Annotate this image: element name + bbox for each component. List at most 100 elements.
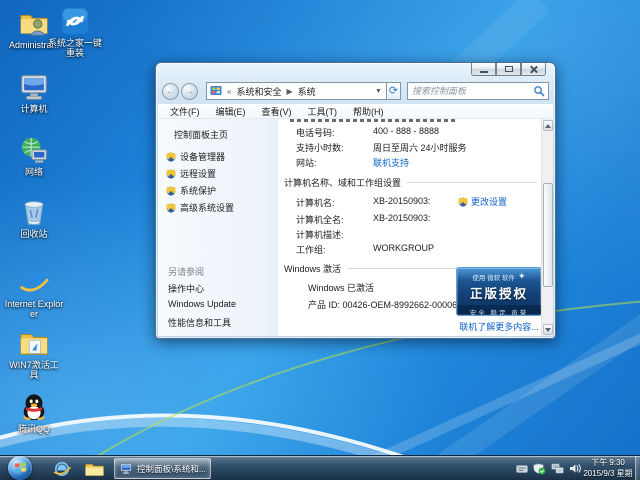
scroll-up-icon (545, 123, 551, 128)
clock-date: 2015/9/3 星期四 (583, 469, 633, 478)
breadcrumb-system-security[interactable]: 系统和安全 (233, 85, 284, 98)
menu-view[interactable]: 查看(V) (254, 104, 300, 119)
taskbar-task-control-panel-system[interactable]: 控制面板\系统和... (114, 458, 211, 479)
control-panel-icon (210, 86, 222, 95)
taskbar-explorer-button[interactable] (82, 458, 106, 479)
desktop-icon-xitongzhijia[interactable]: 系统之家一键重装 (42, 6, 108, 58)
menu-tools[interactable]: 工具(T) (300, 104, 346, 119)
website-label: 网站: (296, 158, 317, 168)
menu-edit[interactable]: 编辑(E) (208, 104, 254, 119)
window-caption-buttons (471, 63, 546, 76)
desktop-icon-label: 回收站 (20, 229, 48, 239)
search-icon[interactable] (533, 85, 545, 97)
internet-explorer-icon (53, 461, 71, 476)
clipped-scrolled-text-row (290, 119, 458, 122)
onekey-reinstall-app-icon (61, 7, 89, 35)
breadcrumb-separator-icon[interactable]: ▶ (284, 87, 294, 96)
menu-help[interactable]: 帮助(H) (345, 104, 392, 119)
system-control-panel-window: ← → « 系统和安全 ▶ 系统 ▼ ⟳ 搜索控制面板 文件(F) 编辑(E) … (155, 62, 556, 339)
desktop-icon-qq[interactable]: 腾讯QQ (2, 392, 66, 434)
navigation-bar: ← → « 系统和安全 ▶ 系统 ▼ ⟳ (162, 80, 549, 102)
volume-icon[interactable] (569, 463, 582, 474)
menu-bar: 文件(F) 编辑(E) 查看(V) 工具(T) 帮助(H) (158, 104, 553, 119)
security-status-icon[interactable] (533, 462, 546, 475)
phone-number-label: 电话号码: (296, 128, 335, 138)
activation-status: Windows 已激活 (308, 283, 375, 293)
computer-name-section-header: 计算机名称、域和工作组设置 (284, 176, 537, 189)
desktop-icon-computer[interactable]: 计算机 (2, 72, 66, 114)
windows-flag-icon (14, 462, 26, 473)
scrollbar-thumb[interactable] (543, 183, 553, 287)
sidebar-item-system-protection[interactable]: 系统保护 (166, 184, 216, 197)
sidebar-item-remote-settings[interactable]: 远程设置 (166, 167, 216, 180)
section-header-text: 计算机名称、域和工作组设置 (284, 178, 402, 188)
scroll-down-button[interactable] (543, 324, 553, 335)
support-hours-label: 支持小时数: (296, 143, 344, 153)
uac-shield-icon (166, 186, 176, 196)
back-button[interactable]: ← (162, 82, 179, 100)
desktop-icon-label: 计算机 (20, 104, 48, 114)
taskbar-ie-button[interactable] (50, 458, 74, 479)
address-bar[interactable]: « 系统和安全 ▶ 系统 ▼ (206, 82, 387, 100)
badge-top-row: 使用 微软 软件 ✦ (457, 268, 541, 282)
close-button[interactable] (521, 63, 546, 76)
breadcrumb-overflow-chevron[interactable]: « (225, 87, 233, 96)
desktop-icon-internet-explorer[interactable]: Internet Explorer (2, 267, 66, 319)
sidebar-item-control-panel-home[interactable]: 控制面板主页 (174, 128, 228, 141)
change-settings-action[interactable]: 更改设置 (458, 195, 507, 208)
computer-icon (21, 75, 47, 100)
desktop-icon-recycle-bin[interactable]: 回收站 (2, 197, 66, 239)
forward-button[interactable]: → (181, 82, 198, 100)
maximize-icon (504, 66, 513, 72)
show-desktop-button[interactable] (635, 456, 640, 480)
task-button-label: 控制面板\系统和... (137, 463, 206, 474)
computer-fullname-label: 计算机全名: (296, 215, 344, 225)
sidebar-item-windows-update[interactable]: Windows Update (168, 299, 236, 309)
section-header-text: Windows 激活 (284, 264, 342, 274)
sidebar-item-label: 远程设置 (180, 169, 217, 179)
sidebar-item-label: 系统保护 (180, 186, 217, 196)
uac-shield-icon (166, 203, 176, 213)
computer-fullname-value: XB-20150903: (373, 213, 431, 223)
desktop-icon-label: 网络 (24, 167, 43, 177)
scroll-down-icon (545, 327, 551, 332)
clock-time: 下午 9:30 (591, 458, 625, 467)
desktop-wallpaper: Administra... 系统之家一键重装 计算机 网络 回收站 Intern… (0, 0, 640, 480)
folder-icon (84, 463, 104, 476)
sidebar-item-action-center[interactable]: 操作中心 (168, 282, 204, 295)
sidebar: 控制面板主页 设备管理器 远程设置 系统保护 高级系统设置 另请参阅 操作中心 … (158, 119, 278, 336)
desktop-icon-label: 系统之家一键重装 (47, 38, 102, 58)
start-button[interactable] (8, 456, 32, 480)
menu-file[interactable]: 文件(F) (162, 104, 208, 119)
desktop-icon-label: 腾讯QQ (17, 424, 50, 434)
online-support-link[interactable]: 联机支持 (373, 156, 409, 169)
support-hours-value: 周日至周六 24小时服务 (373, 143, 467, 153)
maximize-button[interactable] (496, 63, 521, 76)
desktop-icon-network[interactable]: 网络 (2, 135, 66, 177)
network-tray-icon[interactable] (551, 463, 564, 474)
desktop-icon-win7-activator[interactable]: WIN7激活工具 (2, 328, 66, 380)
scroll-up-button[interactable] (543, 120, 553, 131)
vertical-scrollbar[interactable] (541, 119, 553, 336)
sidebar-item-device-manager[interactable]: 设备管理器 (166, 150, 225, 163)
see-also-header: 另请参阅 (168, 267, 205, 277)
uac-shield-icon (166, 152, 176, 162)
genuine-license-badge[interactable]: 使用 微软 软件 ✦ 正版授权 安全 稳定 声誉 (456, 267, 542, 316)
search-input[interactable] (408, 86, 533, 96)
change-settings-link[interactable]: 更改设置 (471, 195, 507, 208)
sidebar-item-performance-tools[interactable]: 性能信息和工具 (168, 316, 231, 329)
folder-tool-icon (20, 334, 48, 355)
input-indicator-icon[interactable] (516, 464, 528, 474)
refresh-icon: ⟳ (388, 85, 399, 97)
system-content-pane: 电话号码: 400 - 888 - 8888 支持小时数: 周日至周六 24小时… (278, 119, 553, 336)
learn-more-online-link[interactable]: 联机了解更多内容... (456, 320, 542, 333)
breadcrumb-system[interactable]: 系统 (295, 85, 319, 98)
minimize-button[interactable] (471, 63, 496, 76)
sidebar-item-advanced-system-settings[interactable]: 高级系统设置 (166, 201, 234, 214)
refresh-button[interactable]: ⟳ (386, 82, 401, 100)
taskbar-clock[interactable]: 下午 9:30 2015/9/3 星期四 (582, 457, 634, 480)
internet-explorer-icon (20, 270, 49, 294)
address-dropdown-icon[interactable]: ▼ (371, 88, 386, 95)
qq-penguin-icon (23, 394, 45, 421)
section-rule (407, 182, 537, 183)
